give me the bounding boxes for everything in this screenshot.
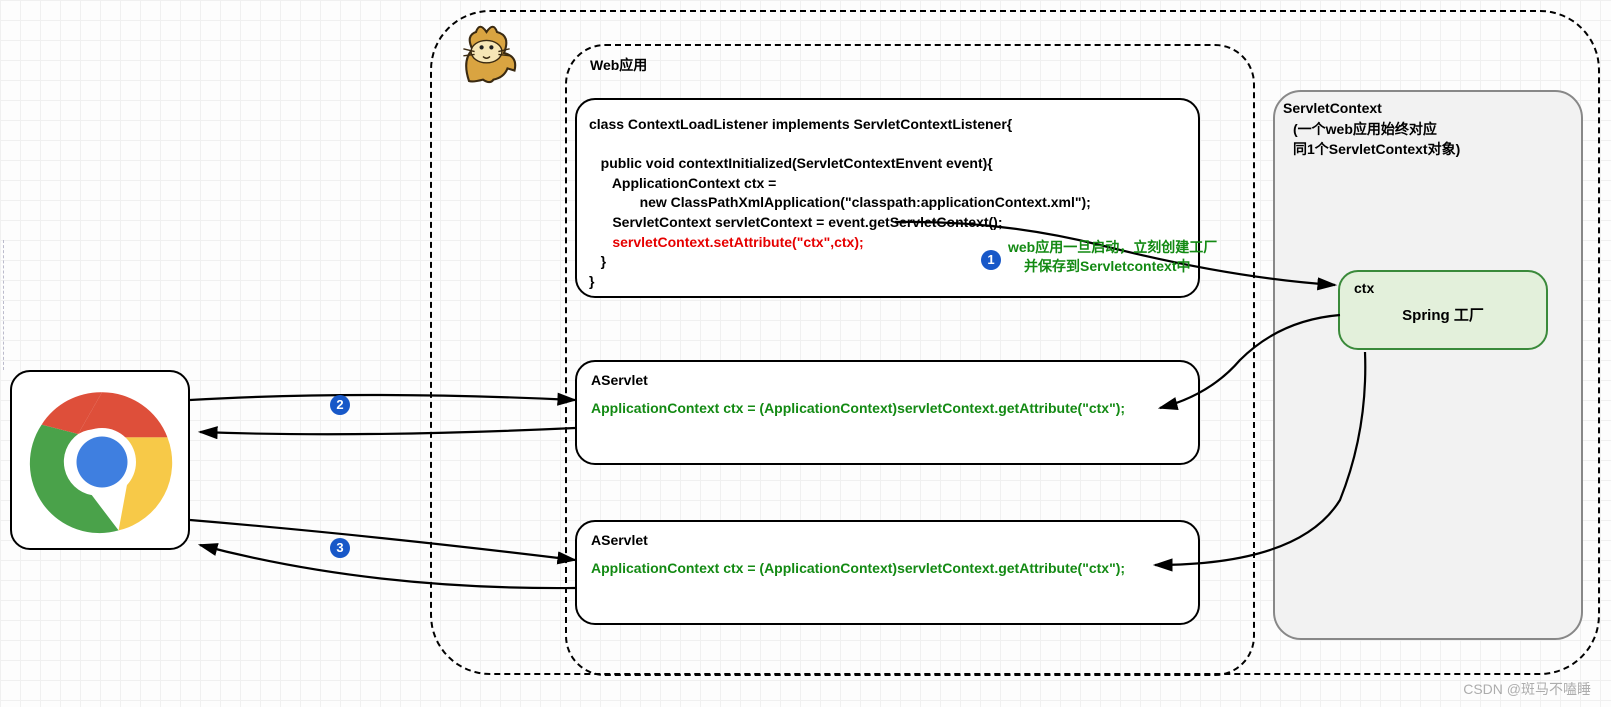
code-blank	[589, 135, 1186, 155]
watermark: CSDN @斑马不嗑睡	[1463, 679, 1591, 699]
servlet-a-title: AServlet	[591, 372, 1184, 388]
servletcontext-subtitle: (一个web应用始终对应 同1个ServletContext对象)	[1293, 120, 1460, 159]
code-line: ServletContext servletContext = event.ge…	[589, 213, 1186, 233]
code-line: class ContextLoadListener implements Ser…	[589, 115, 1186, 135]
ruler-guide	[3, 240, 4, 370]
step-2-badge: 2	[330, 395, 350, 415]
code-line: ApplicationContext ctx =	[589, 174, 1186, 194]
servlet-b-code: ApplicationContext ctx = (ApplicationCon…	[591, 560, 1184, 576]
servletcontext-title: ServletContext	[1283, 100, 1382, 116]
spring-factory-label: Spring 工厂	[1354, 304, 1532, 325]
ctx-label: ctx	[1354, 280, 1532, 296]
servlet-b-box: AServlet ApplicationContext ctx = (Appli…	[575, 520, 1200, 625]
servlet-b-title: AServlet	[591, 532, 1184, 548]
step-1-badge: 1	[981, 250, 1001, 270]
code-line: new ClassPathXmlApplication("classpath:a…	[589, 193, 1186, 213]
servlet-a-box: AServlet ApplicationContext ctx = (Appli…	[575, 360, 1200, 465]
startup-note: web应用一旦启动，立刻创建工厂 并保存到Servletcontext中	[1008, 238, 1217, 276]
ctx-spring-box: ctx Spring 工厂	[1338, 270, 1548, 350]
webapp-label: Web应用	[590, 55, 647, 75]
tomcat-logo	[450, 18, 530, 88]
sc-sub-l2: 同1个ServletContext对象)	[1293, 141, 1460, 157]
note-line-2: 并保存到Servletcontext中	[1024, 257, 1217, 276]
chrome-browser-icon	[10, 370, 190, 550]
sc-sub-l1: (一个web应用始终对应	[1293, 121, 1437, 137]
servlet-a-code: ApplicationContext ctx = (ApplicationCon…	[591, 400, 1184, 416]
servletcontext-box	[1273, 90, 1583, 640]
step-3-badge: 3	[330, 538, 350, 558]
note-line-1: web应用一旦启动，立刻创建工厂	[1008, 238, 1217, 257]
code-line: public void contextInitialized(ServletCo…	[589, 154, 1186, 174]
